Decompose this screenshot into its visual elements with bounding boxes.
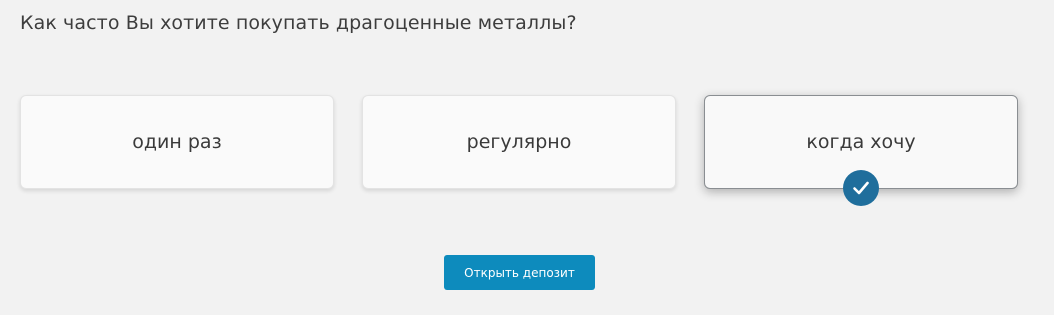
question-title: Как часто Вы хотите покупать драгоценные… — [20, 12, 577, 34]
purchase-frequency-options: один раз регулярно когда хочу — [20, 95, 1020, 206]
option-label: регулярно — [466, 131, 572, 153]
check-icon — [843, 170, 879, 206]
option-when-i-want[interactable]: когда хочу — [704, 95, 1018, 206]
option-label: один раз — [132, 131, 222, 153]
option-regular[interactable]: регулярно — [362, 95, 676, 189]
option-label: когда хочу — [806, 131, 916, 153]
open-deposit-button[interactable]: Открыть депозит — [444, 255, 595, 290]
option-one-time[interactable]: один раз — [20, 95, 334, 189]
